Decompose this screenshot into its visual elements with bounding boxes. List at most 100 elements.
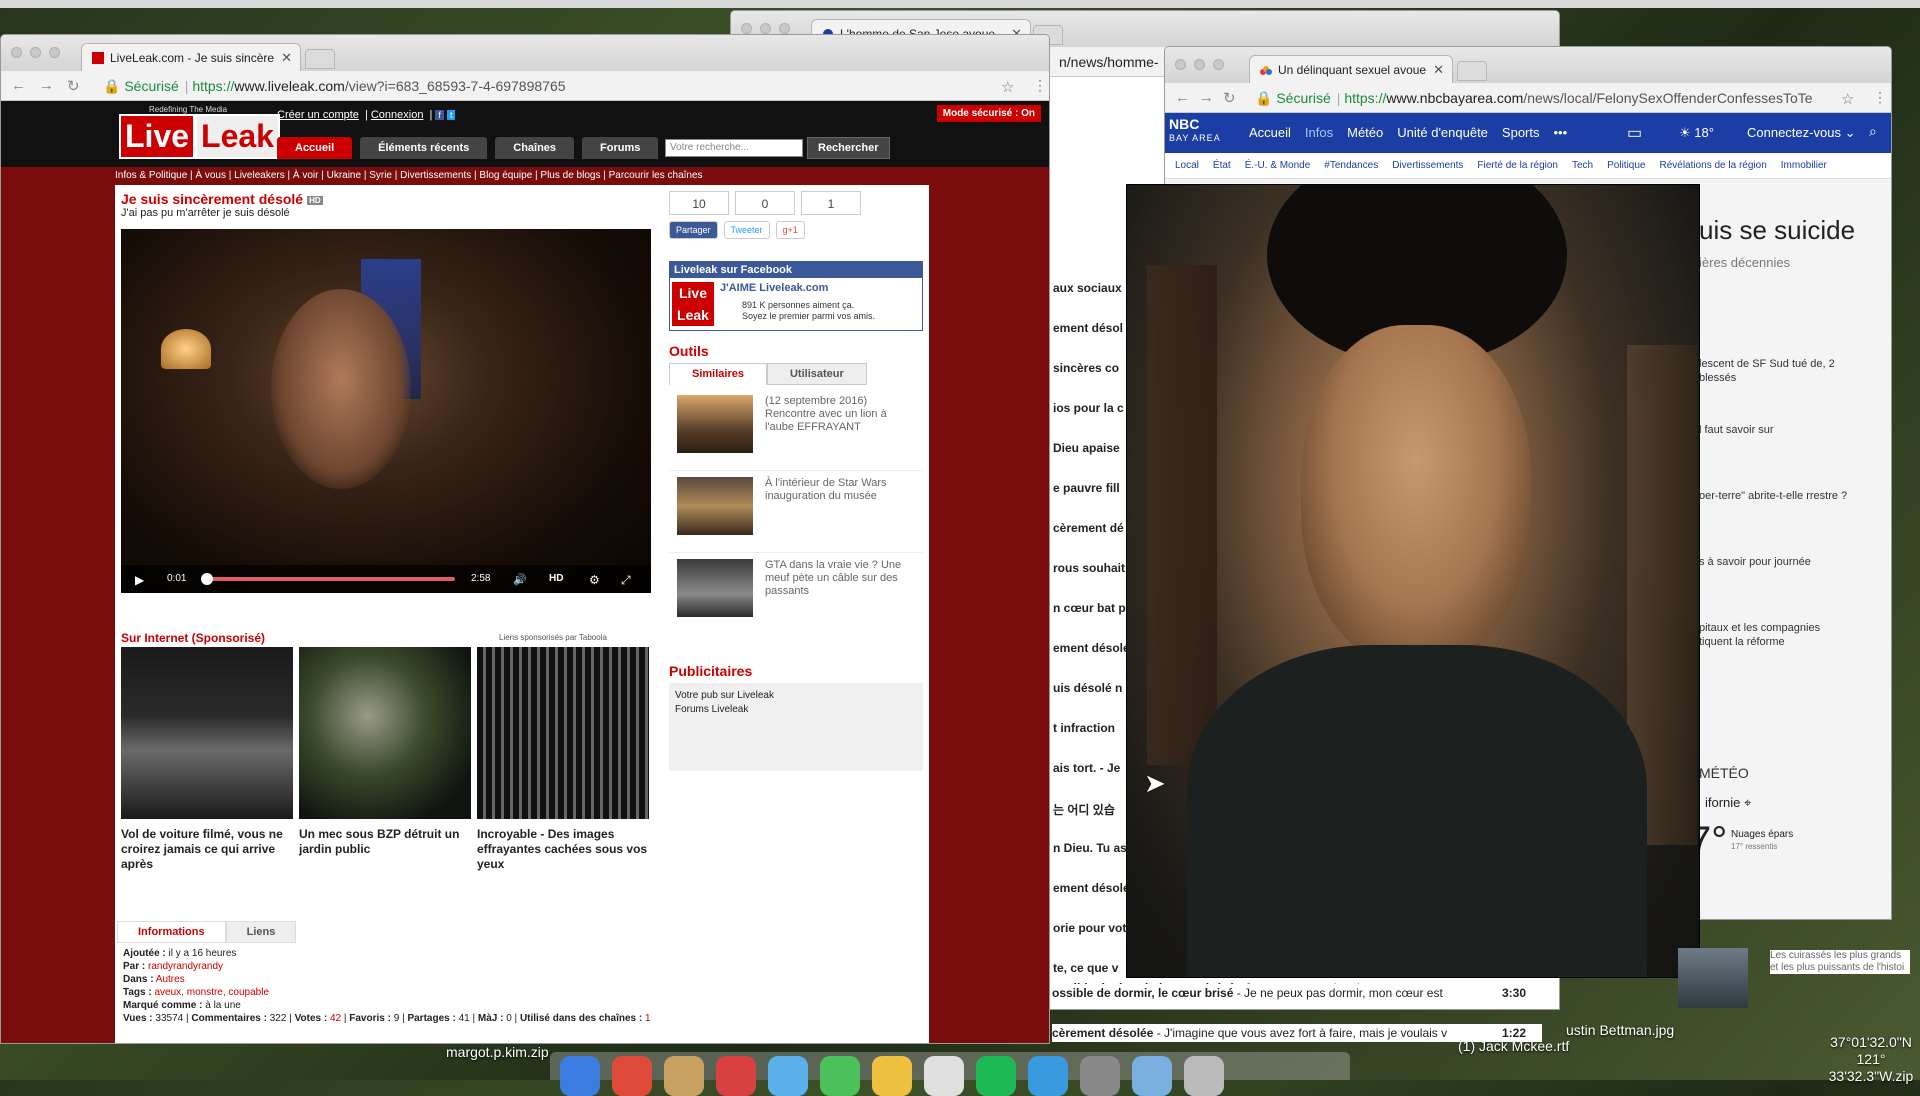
messages-icon[interactable] [820,1056,860,1096]
facebook-like-link[interactable]: J'AIME Liveleak.com [720,282,828,294]
subnav-item[interactable]: Politique [1607,160,1645,171]
back-arrow-icon[interactable]: ← [1175,89,1190,106]
sponsored-item[interactable]: Incroyable - Des images effrayantes cach… [477,647,649,872]
tab-liveleak[interactable]: LiveLeak.com - Je suis sincère ✕ [81,43,301,71]
nav-forums[interactable]: Forums [582,137,659,159]
list-item[interactable]: (12 septembre 2016) Rencontre avec un li… [669,389,923,471]
menu-kebab-icon[interactable]: ⋮ [1873,89,1887,106]
maximize-dot-icon[interactable] [49,47,60,58]
liveleak-logo[interactable]: Redefining The Media Live Leak [119,105,280,159]
nav-home[interactable]: Accueil [277,137,353,159]
folder-icon[interactable] [1132,1056,1172,1096]
url-input[interactable]: 🔒 Sécurisé | https://www.liveleak.com/vie… [95,75,1005,97]
search-button[interactable]: Rechercher [807,137,890,159]
desktop-file[interactable]: 37°01'32.0"N 121° 33'32.3"W.zip [1822,1034,1920,1085]
minimize-dot-icon[interactable] [760,23,771,34]
safe-mode-badge[interactable]: Mode sécurisé : On [936,105,1041,122]
sponsored-item[interactable]: Un mec sous BZP détruit un jardin public [299,647,471,872]
calendar-icon[interactable] [716,1056,756,1096]
progress-knob[interactable] [201,573,213,585]
app-store-icon[interactable] [1028,1056,1068,1096]
sidebar-headline[interactable]: s à savoir pour journée [1699,555,1849,621]
nav-channels[interactable]: Chaînes [495,137,575,159]
subnav-item[interactable]: É.-U. & Monde [1245,160,1311,171]
bottom-list-item[interactable]: ossible de dormir, le cœur brisé - Je ne… [1052,984,1542,1002]
sign-in-link[interactable]: Connectez-vous ⌄ [1747,125,1855,141]
url-input[interactable]: 🔒 Sécurisé | https://www.nbcbayarea.com/n… [1247,87,1837,109]
reload-icon[interactable]: ↻ [67,77,80,95]
nav-news[interactable]: Infos [1305,125,1333,140]
play-icon[interactable]: ▶ [135,573,144,587]
facebook-share-button[interactable]: Partager [669,221,718,239]
sidebar-headline[interactable]: lescent de SF Sud tué de, 2 blessés [1699,357,1849,423]
nav-investigations[interactable]: Unité d'enquête [1397,125,1488,140]
close-dot-icon[interactable] [11,47,22,58]
sub-nav[interactable]: Infos & Politique | À vous | Liveleakers… [1,167,1049,183]
tab-informations[interactable]: Informations [117,921,226,943]
search-icon[interactable]: ⌕ [1869,123,1877,140]
spotify-icon[interactable] [976,1056,1016,1096]
forums-link[interactable]: Forums Liveleak [675,703,917,717]
volume-icon[interactable]: 🔊 [513,573,527,586]
tags-links[interactable]: aveux, monstre, coupable [155,987,270,998]
author-link[interactable]: randyrandyrandy [148,961,223,972]
weather-region[interactable]: ifornie ⌖ [1705,795,1751,811]
search-input[interactable]: Votre recherche... [665,139,803,157]
new-tab-button[interactable] [1457,61,1487,81]
tab-close-icon[interactable]: ✕ [281,50,292,66]
nav-home[interactable]: Accueil [1249,125,1291,140]
subnav-item[interactable]: Tech [1572,160,1593,171]
sponsored-item[interactable]: Vol de voiture filmé, vous ne croirez ja… [121,647,293,872]
facebook-icon[interactable]: f [435,110,444,120]
forward-arrow-icon[interactable]: → [1199,89,1214,106]
menu-kebab-icon[interactable]: ⋮ [1033,77,1047,94]
new-tab-button[interactable] [305,49,335,69]
chrome-icon[interactable] [612,1056,652,1096]
taboola-link[interactable]: Liens sponsorisés par Taboola [499,633,607,642]
tab-links[interactable]: Liens [225,921,297,943]
app-icon[interactable] [664,1056,704,1096]
tab-close-icon[interactable]: ✕ [1433,62,1444,78]
nav-weather[interactable]: Météo [1347,125,1383,140]
create-account-link[interactable]: Créer un compte [277,109,359,121]
article-thumbnail[interactable] [1678,948,1748,1008]
tv-icon[interactable]: ▭ [1627,123,1642,143]
safari-icon[interactable] [768,1056,808,1096]
photos-icon[interactable] [872,1056,912,1096]
subnav-item[interactable]: État [1213,160,1231,171]
tab-nbc[interactable]: Un délinquant sexuel avoue ✕ [1249,55,1453,83]
sidebar-headline[interactable]: pitaux et les compagnies tiquent la réfo… [1699,621,1849,687]
bookmark-star-icon[interactable]: ☆ [1001,78,1014,96]
webcam-video-overlay[interactable] [1126,184,1700,978]
minimize-dot-icon[interactable] [1194,59,1205,70]
nav-sports[interactable]: Sports [1502,125,1540,140]
maximize-dot-icon[interactable] [1213,59,1224,70]
bookmark-star-icon[interactable]: ☆ [1841,90,1854,108]
twitter-icon[interactable]: t [446,110,456,120]
category-link[interactable]: Autres [156,974,185,985]
forward-arrow-icon[interactable]: → [39,77,54,94]
desktop-file[interactable]: ustin Bettman.jpg [1566,1022,1674,1038]
minimize-dot-icon[interactable] [30,47,41,58]
window-controls[interactable] [741,23,790,34]
system-prefs-icon[interactable] [1080,1056,1120,1096]
ad-link[interactable]: Votre pub sur Liveleak [675,689,917,703]
sidebar-headline[interactable]: l faut savoir sur [1699,423,1849,489]
subnav-item[interactable]: #Tendances [1324,160,1378,171]
hd-toggle[interactable]: HD [549,573,563,584]
desktop-file[interactable]: (1) Jack Mckee.rtf [1458,1038,1569,1054]
video-player[interactable]: ▶ 0:01 2:58 🔊 HD ⚙ ⤢ [121,229,651,593]
window-controls[interactable] [11,47,60,58]
login-link[interactable]: Connexion [371,109,424,121]
maximize-dot-icon[interactable] [779,23,790,34]
subnav-item[interactable]: Divertissements [1392,160,1463,171]
settings-gear-icon[interactable]: ⚙ [589,573,600,587]
subnav-item[interactable]: Immobilier [1781,160,1827,171]
trash-icon[interactable] [1184,1056,1224,1096]
app-icon[interactable] [924,1056,964,1096]
weather-widget[interactable]: ☀ 18° [1679,125,1714,141]
liveleak-browser-window[interactable]: LiveLeak.com - Je suis sincère ✕ ← → ↻ 🔒… [0,34,1050,1044]
window-controls[interactable] [1175,59,1224,70]
progress-bar[interactable] [201,573,455,585]
article-thumbnail-caption[interactable]: Les cuirassés les plus grands et les plu… [1770,950,1910,974]
